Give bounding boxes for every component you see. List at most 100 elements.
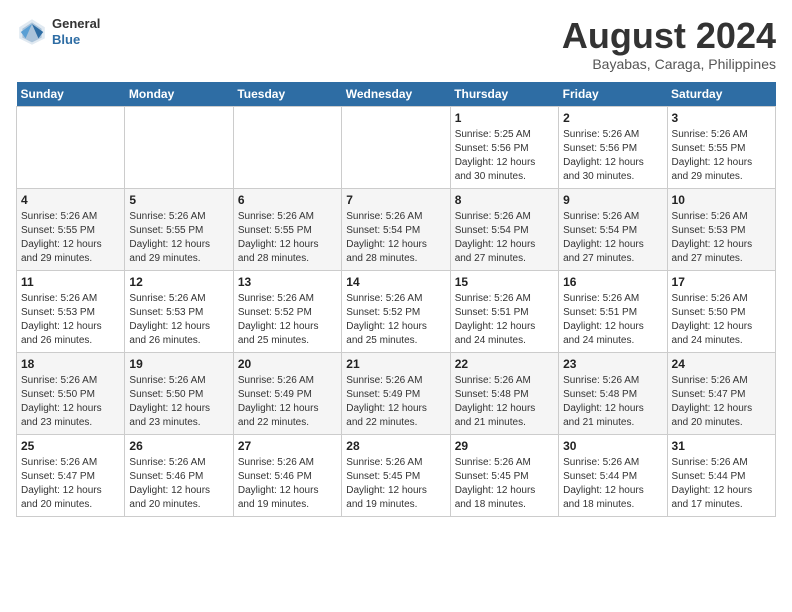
day-info: Sunrise: 5:26 AM Sunset: 5:54 PM Dayligh… [346,210,445,266]
day-number: 18 [21,357,120,371]
day-info: Sunrise: 5:26 AM Sunset: 5:52 PM Dayligh… [346,292,445,348]
header: General Blue August 2024 Bayabas, Caraga… [16,16,776,72]
day-info: Sunrise: 5:26 AM Sunset: 5:49 PM Dayligh… [238,374,337,430]
day-number: 23 [563,357,662,371]
day-number: 9 [563,193,662,207]
week-row-4: 18 Sunrise: 5:26 AM Sunset: 5:50 PM Dayli… [17,352,776,434]
calendar-cell: 19 Sunrise: 5:26 AM Sunset: 5:50 PM Dayli… [125,352,233,434]
day-number: 22 [455,357,554,371]
logo-blue: Blue [52,32,100,48]
day-info: Sunrise: 5:26 AM Sunset: 5:47 PM Dayligh… [672,374,771,430]
day-info: Sunrise: 5:26 AM Sunset: 5:53 PM Dayligh… [672,210,771,266]
day-info: Sunrise: 5:26 AM Sunset: 5:44 PM Dayligh… [563,456,662,512]
day-number: 2 [563,111,662,125]
calendar-cell: 22 Sunrise: 5:26 AM Sunset: 5:48 PM Dayli… [450,352,558,434]
day-info: Sunrise: 5:26 AM Sunset: 5:55 PM Dayligh… [672,128,771,184]
day-info: Sunrise: 5:25 AM Sunset: 5:56 PM Dayligh… [455,128,554,184]
month-year: August 2024 [562,16,776,56]
calendar-cell [125,106,233,188]
day-info: Sunrise: 5:26 AM Sunset: 5:50 PM Dayligh… [129,374,228,430]
day-number: 15 [455,275,554,289]
day-number: 21 [346,357,445,371]
calendar-cell [17,106,125,188]
day-number: 12 [129,275,228,289]
week-row-2: 4 Sunrise: 5:26 AM Sunset: 5:55 PM Daylig… [17,188,776,270]
weekday-header-tuesday: Tuesday [233,82,341,107]
calendar-cell: 14Sunrise: 5:26 AM Sunset: 5:52 PM Dayli… [342,270,450,352]
day-number: 31 [672,439,771,453]
calendar-cell: 28Sunrise: 5:26 AM Sunset: 5:45 PM Dayli… [342,434,450,516]
day-number: 10 [672,193,771,207]
day-number: 4 [21,193,120,207]
calendar-cell: 21 Sunrise: 5:26 AM Sunset: 5:49 PM Dayli… [342,352,450,434]
calendar-cell: 30 Sunrise: 5:26 AM Sunset: 5:44 PM Dayli… [559,434,667,516]
day-number: 20 [238,357,337,371]
logo-text: General Blue [52,16,100,47]
calendar-cell: 24 Sunrise: 5:26 AM Sunset: 5:47 PM Dayli… [667,352,775,434]
location: Bayabas, Caraga, Philippines [562,56,776,72]
calendar-cell: 3Sunrise: 5:26 AM Sunset: 5:55 PM Daylig… [667,106,775,188]
calendar-cell [342,106,450,188]
day-number: 29 [455,439,554,453]
calendar-cell: 31 Sunrise: 5:26 AM Sunset: 5:44 PM Dayli… [667,434,775,516]
day-number: 11 [21,275,120,289]
day-number: 6 [238,193,337,207]
day-info: Sunrise: 5:26 AM Sunset: 5:51 PM Dayligh… [455,292,554,348]
day-number: 19 [129,357,228,371]
weekday-header-row: SundayMondayTuesdayWednesdayThursdayFrid… [17,82,776,107]
calendar-cell: 8Sunrise: 5:26 AM Sunset: 5:54 PM Daylig… [450,188,558,270]
calendar-cell: 29 Sunrise: 5:26 AM Sunset: 5:45 PM Dayli… [450,434,558,516]
calendar-cell: 5Sunrise: 5:26 AM Sunset: 5:55 PM Daylig… [125,188,233,270]
day-info: Sunrise: 5:26 AM Sunset: 5:55 PM Dayligh… [21,210,120,266]
day-info: Sunrise: 5:26 AM Sunset: 5:48 PM Dayligh… [455,374,554,430]
day-number: 24 [672,357,771,371]
calendar-cell: 1 Sunrise: 5:25 AM Sunset: 5:56 PM Daylig… [450,106,558,188]
week-row-3: 11 Sunrise: 5:26 AM Sunset: 5:53 PM Dayli… [17,270,776,352]
day-info: Sunrise: 5:26 AM Sunset: 5:50 PM Dayligh… [672,292,771,348]
calendar-cell: 11 Sunrise: 5:26 AM Sunset: 5:53 PM Dayli… [17,270,125,352]
day-info: Sunrise: 5:26 AM Sunset: 5:53 PM Dayligh… [129,292,228,348]
week-row-5: 25 Sunrise: 5:26 AM Sunset: 5:47 PM Dayli… [17,434,776,516]
day-number: 1 [455,111,554,125]
weekday-header-sunday: Sunday [17,82,125,107]
day-info: Sunrise: 5:26 AM Sunset: 5:50 PM Dayligh… [21,374,120,430]
calendar-cell: 12 Sunrise: 5:26 AM Sunset: 5:53 PM Dayli… [125,270,233,352]
weekday-header-friday: Friday [559,82,667,107]
calendar-cell: 10 Sunrise: 5:26 AM Sunset: 5:53 PM Dayli… [667,188,775,270]
calendar-cell: 7 Sunrise: 5:26 AM Sunset: 5:54 PM Daylig… [342,188,450,270]
calendar-cell: 9 Sunrise: 5:26 AM Sunset: 5:54 PM Daylig… [559,188,667,270]
day-info: Sunrise: 5:26 AM Sunset: 5:53 PM Dayligh… [21,292,120,348]
weekday-header-monday: Monday [125,82,233,107]
day-info: Sunrise: 5:26 AM Sunset: 5:47 PM Dayligh… [21,456,120,512]
calendar-cell: 23 Sunrise: 5:26 AM Sunset: 5:48 PM Dayli… [559,352,667,434]
calendar-cell: 18 Sunrise: 5:26 AM Sunset: 5:50 PM Dayli… [17,352,125,434]
weekday-header-saturday: Saturday [667,82,775,107]
logo-general: General [52,16,100,32]
calendar-cell: 15 Sunrise: 5:26 AM Sunset: 5:51 PM Dayli… [450,270,558,352]
day-info: Sunrise: 5:26 AM Sunset: 5:46 PM Dayligh… [129,456,228,512]
calendar-cell: 17Sunrise: 5:26 AM Sunset: 5:50 PM Dayli… [667,270,775,352]
day-info: Sunrise: 5:26 AM Sunset: 5:49 PM Dayligh… [346,374,445,430]
day-number: 25 [21,439,120,453]
day-info: Sunrise: 5:26 AM Sunset: 5:45 PM Dayligh… [346,456,445,512]
weekday-header-wednesday: Wednesday [342,82,450,107]
week-row-1: 1 Sunrise: 5:25 AM Sunset: 5:56 PM Daylig… [17,106,776,188]
calendar-cell: 25 Sunrise: 5:26 AM Sunset: 5:47 PM Dayli… [17,434,125,516]
day-number: 30 [563,439,662,453]
day-info: Sunrise: 5:26 AM Sunset: 5:52 PM Dayligh… [238,292,337,348]
day-info: Sunrise: 5:26 AM Sunset: 5:54 PM Dayligh… [563,210,662,266]
day-number: 26 [129,439,228,453]
calendar-cell: 2Sunrise: 5:26 AM Sunset: 5:56 PM Daylig… [559,106,667,188]
day-info: Sunrise: 5:26 AM Sunset: 5:46 PM Dayligh… [238,456,337,512]
day-number: 7 [346,193,445,207]
calendar-cell: 20 Sunrise: 5:26 AM Sunset: 5:49 PM Dayli… [233,352,341,434]
day-number: 27 [238,439,337,453]
day-number: 13 [238,275,337,289]
day-number: 16 [563,275,662,289]
day-number: 8 [455,193,554,207]
day-info: Sunrise: 5:26 AM Sunset: 5:48 PM Dayligh… [563,374,662,430]
day-info: Sunrise: 5:26 AM Sunset: 5:45 PM Dayligh… [455,456,554,512]
day-info: Sunrise: 5:26 AM Sunset: 5:51 PM Dayligh… [563,292,662,348]
day-info: Sunrise: 5:26 AM Sunset: 5:55 PM Dayligh… [238,210,337,266]
day-info: Sunrise: 5:26 AM Sunset: 5:44 PM Dayligh… [672,456,771,512]
